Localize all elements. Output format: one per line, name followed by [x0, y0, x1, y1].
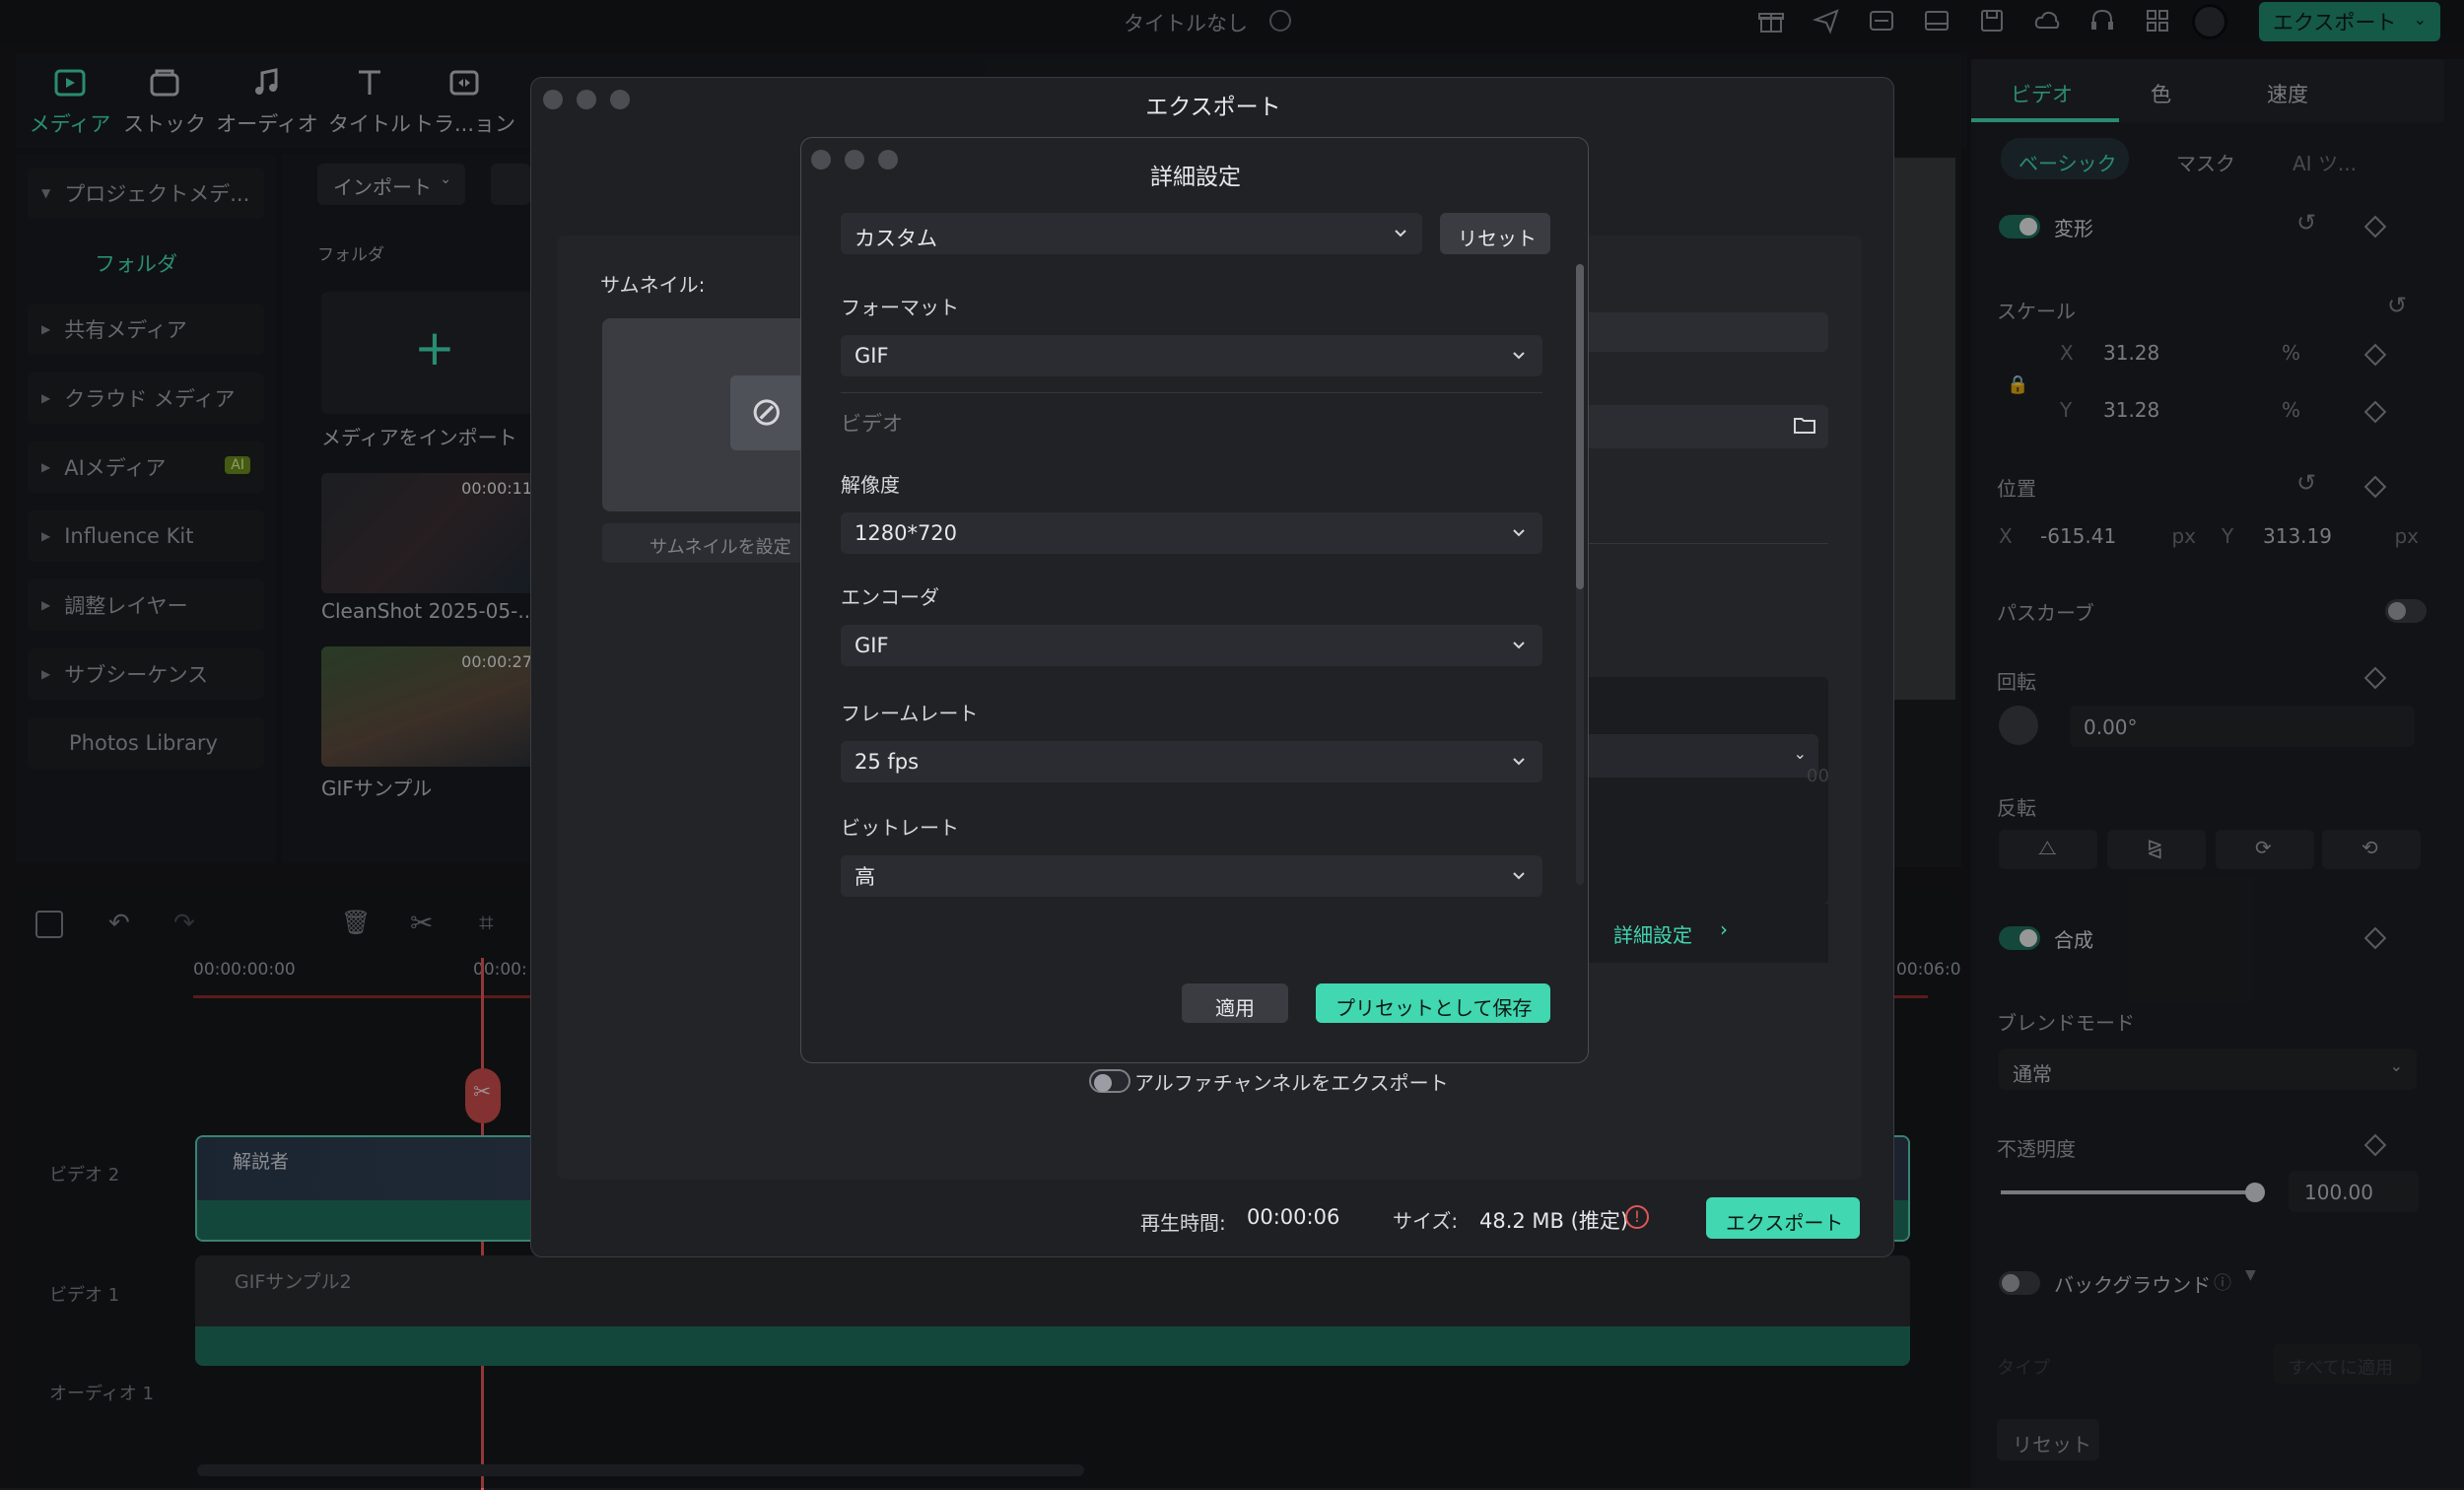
folder-icon[interactable] [1793, 415, 1816, 435]
export-dialog-title: エクスポート [1145, 95, 1281, 120]
set-thumbnail-label: サムネイルを設定 [650, 537, 791, 558]
format-select[interactable]: GIF [841, 335, 1542, 376]
framerate-select[interactable]: 25 fps [841, 741, 1542, 782]
export-path-input[interactable] [1552, 405, 1828, 448]
framerate-label: フレームレート [841, 702, 979, 725]
resolution-value: 1280*720 [855, 521, 958, 545]
scrollbar-thumb[interactable] [1576, 264, 1584, 589]
save-preset-label: プリセットとして保存 [1335, 996, 1533, 1020]
divider [1552, 543, 1828, 544]
size-value: 48.2 MB (推定) [1479, 1209, 1629, 1233]
format-label: フォーマット [841, 296, 959, 319]
chevron-down-icon [1509, 751, 1529, 771]
block-icon: ⊘ [750, 389, 784, 435]
save-preset-button[interactable]: プリセットとして保存 [1316, 983, 1550, 1023]
chevron-down-icon [1509, 635, 1529, 654]
preset-reset-button[interactable]: リセット [1440, 213, 1550, 254]
bitrate-value: 高 [855, 865, 875, 889]
format-value: GIF [855, 344, 889, 368]
framerate-value: 25 fps [855, 750, 920, 774]
resolution-select[interactable]: 1280*720 [841, 512, 1542, 554]
chevron-down-icon [1391, 223, 1410, 242]
no-thumbnail-icon: ⊘ [730, 375, 809, 450]
advanced-row: 詳細設定 › [1552, 904, 1828, 963]
thumbnail-label: サムネイル: [600, 273, 706, 297]
encoder-select[interactable]: GIF [841, 625, 1542, 666]
duration-label: 再生時間: [1140, 1211, 1226, 1235]
chevron-down-icon [1509, 522, 1529, 542]
bitrate-label: ビットレート [841, 816, 959, 840]
advanced-settings-scroll: フォーマット GIF ビデオ 解像度 1280*720 エンコーダ GIF フレ… [801, 262, 1580, 924]
reset-label: リセット [1458, 227, 1537, 250]
advanced-settings-link[interactable]: 詳細設定 [1613, 919, 1692, 948]
scrollbar[interactable] [1576, 264, 1584, 885]
encoder-value: GIF [855, 634, 889, 657]
export-submit-label: エクスポート [1726, 1211, 1844, 1235]
chevron-down-icon [1509, 345, 1529, 365]
quality-select[interactable]: ⌄ [1552, 734, 1818, 778]
thumbnail-preview: ⊘ [602, 318, 809, 511]
warning-icon[interactable]: ! [1625, 1205, 1649, 1229]
divider [841, 392, 1542, 393]
chevron-down-icon [1509, 865, 1529, 885]
chevron-right-icon[interactable]: › [1720, 917, 1728, 941]
apply-button[interactable]: 適用 [1182, 983, 1288, 1023]
resolution-label: 解像度 [841, 473, 900, 497]
bitrate-select[interactable]: 高 [841, 855, 1542, 897]
export-name-input[interactable] [1552, 312, 1828, 352]
bg-fragment-text: 00 [1807, 766, 1829, 786]
duration-value: 00:00:06 [1247, 1205, 1340, 1229]
apply-label: 適用 [1215, 996, 1255, 1020]
alpha-channel-label: アルファチャンネルをエクスポート [1134, 1071, 1449, 1095]
set-thumbnail-button[interactable]: サムネイルを設定 [602, 523, 809, 563]
chevron-down-icon: ⌄ [1793, 744, 1807, 763]
export-settings-box: ⌄ 00 [1552, 677, 1829, 904]
preset-value: カスタム [855, 227, 937, 250]
encoder-label: エンコーダ [841, 585, 939, 609]
size-label: サイズ: [1393, 1209, 1459, 1233]
alpha-channel-toggle[interactable] [1089, 1069, 1130, 1093]
preset-select[interactable]: カスタム [841, 213, 1422, 254]
video-section-heading: ビデオ [841, 412, 903, 436]
export-submit-button[interactable]: エクスポート [1706, 1197, 1860, 1239]
advanced-dialog-title: 詳細設定 [1150, 165, 1241, 190]
advanced-settings-dialog: 詳細設定 カスタム リセット フォーマット GIF ビデオ 解像度 1280*7… [800, 137, 1589, 1063]
